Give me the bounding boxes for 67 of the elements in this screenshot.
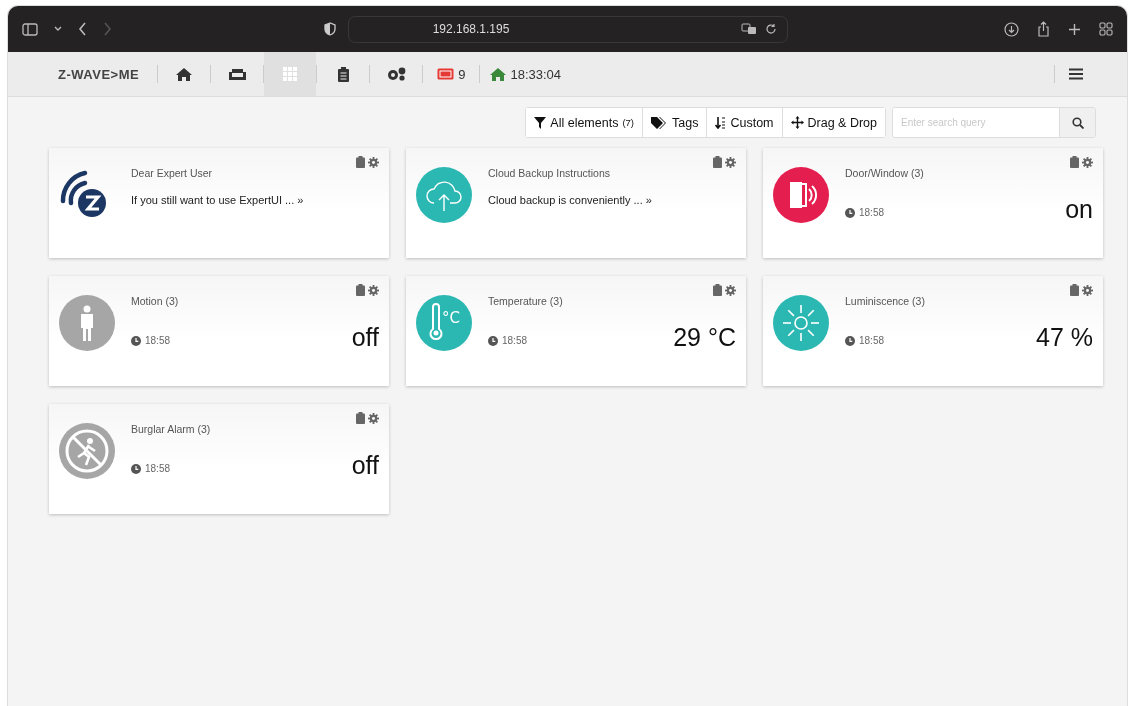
card-title: Dear Expert User [131,167,214,179]
card-title: Cloud Backup Instructions [488,167,611,179]
settings-icon[interactable] [1082,156,1093,168]
chevron-down-icon[interactable] [54,26,62,32]
settings-icon[interactable] [368,284,379,296]
clock-icon [131,463,141,474]
shield-icon[interactable] [324,22,336,36]
clock-text: 18:33:04 [480,66,572,82]
settings-icon[interactable] [725,156,736,168]
screen-icon [437,68,455,80]
card-title: Burglar Alarm (3) [131,423,212,435]
update-time: 18:58 [131,463,171,480]
share-icon[interactable] [1037,21,1050,37]
update-time: 18:58 [488,335,528,352]
sofa-icon [228,68,246,80]
filter-icon [534,116,547,129]
clipboard-icon[interactable] [713,156,722,168]
clock-icon [488,335,498,346]
sensor-value: on [1065,195,1093,224]
tabs-overview-icon[interactable] [1099,22,1113,36]
sidebar-icon[interactable] [22,22,38,36]
clipboard-icon[interactable] [713,284,722,296]
message-link[interactable]: Cloud backup is conveniently ... » [488,194,736,206]
update-time: 18:58 [131,335,171,352]
back-icon[interactable] [78,22,87,36]
clipboard-icon[interactable] [1070,156,1079,168]
url-text: 192.168.1.195 [432,22,510,36]
gears-icon [386,67,406,81]
plus-icon[interactable] [1068,22,1081,36]
settings-icon[interactable] [725,284,736,296]
events-button[interactable]: 9 [423,66,480,82]
settings-icon[interactable] [368,156,379,168]
clock-icon [845,335,855,346]
menu-icon [1069,68,1083,80]
logo[interactable]: Z-WAVE>ME [58,66,140,82]
home-icon [176,67,193,81]
reload-icon[interactable] [765,23,777,35]
sensor-value: off [351,451,379,480]
home-icon [490,67,507,81]
card-title: Motion (3) [131,295,180,307]
grid-icon [283,67,298,81]
message-link[interactable]: If you still want to use ExpertUI ... » [131,194,379,206]
clock-icon [131,335,141,346]
update-time: 18:58 [845,335,885,352]
clipboard-icon[interactable] [356,412,365,424]
sensor-value: 47 % [1036,323,1093,352]
clipboard-icon[interactable] [356,284,365,296]
sensor-value: off [351,323,379,352]
card-title: Door/Window (3) [845,167,925,179]
card-title: Temperature (3) [488,295,564,307]
filter-button[interactable]: All elements (7) [526,108,644,137]
clipboard-icon [337,66,349,82]
clipboard-icon[interactable] [356,156,365,168]
thermometer-icon: °C [416,295,472,351]
clock-icon [845,207,855,218]
address-bar[interactable]: 192.168.1.195 [348,15,788,43]
download-icon[interactable] [1004,21,1019,37]
settings-icon[interactable] [368,412,379,424]
clipboard-icon[interactable] [1070,284,1079,296]
settings-icon[interactable] [1082,284,1093,296]
card-title: Luminiscence (3) [845,295,926,307]
tags-icon [651,116,669,129]
translate-icon[interactable] [741,23,757,35]
move-icon [790,116,804,129]
sensor-value: 29 °C [673,323,736,352]
update-time: 18:58 [845,207,885,224]
sort-icon [715,116,727,129]
